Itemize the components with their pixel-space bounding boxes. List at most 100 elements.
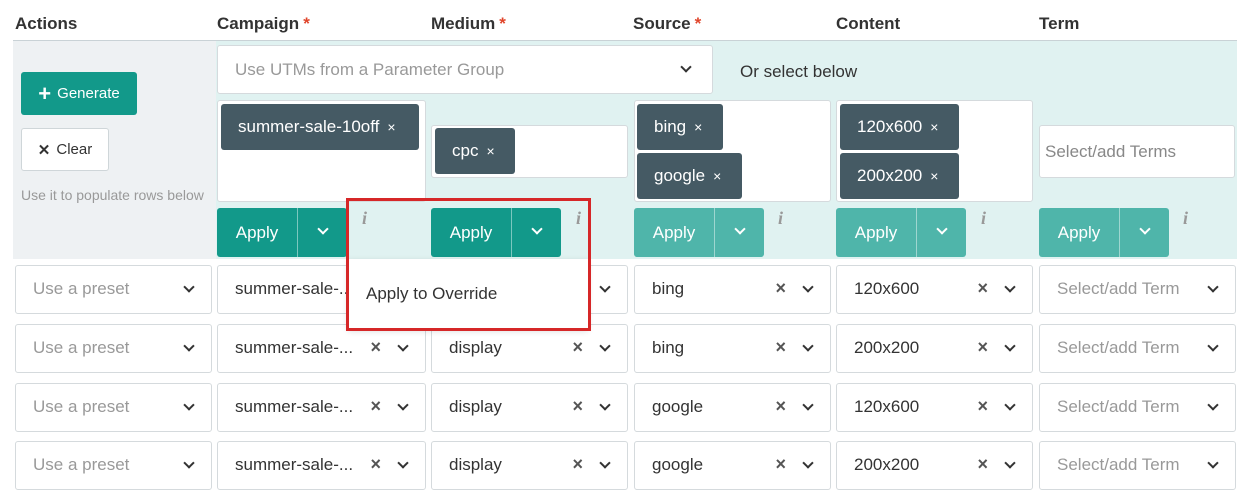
tag-label: google xyxy=(654,166,706,185)
header-medium: Medium * xyxy=(431,14,506,34)
clear-icon[interactable]: × xyxy=(370,454,381,475)
row-medium-select[interactable]: display × xyxy=(431,441,628,490)
source-apply-group: Apply xyxy=(634,208,764,257)
header-actions: Actions xyxy=(15,14,77,34)
apply-label: Apply xyxy=(854,222,898,242)
row-medium-value: display xyxy=(449,397,502,416)
apply-label: Apply xyxy=(1057,222,1101,242)
header-term: Term xyxy=(1039,14,1079,34)
clear-button-label: Clear xyxy=(56,141,93,158)
chevron-down-icon xyxy=(397,340,409,352)
chevron-down-icon xyxy=(1004,399,1016,411)
or-select-label: Or select below xyxy=(740,62,858,81)
header-term-label: Term xyxy=(1039,14,1080,33)
content-apply-button[interactable]: Apply xyxy=(836,208,916,257)
info-icon[interactable]: i xyxy=(778,208,783,229)
row-source-select[interactable]: google × xyxy=(634,383,831,432)
term-apply-dropdown-button[interactable] xyxy=(1119,208,1169,257)
row-term-select[interactable]: Select/add Term xyxy=(1039,324,1236,373)
chevron-down-icon xyxy=(734,223,746,235)
tag-remove-icon[interactable]: × xyxy=(930,168,938,184)
clear-icon[interactable]: × xyxy=(572,454,583,475)
campaign-apply-button[interactable]: Apply xyxy=(217,208,297,257)
info-icon[interactable]: i xyxy=(981,208,986,229)
row-term-select[interactable]: Select/add Term xyxy=(1039,383,1236,432)
info-icon[interactable]: i xyxy=(1183,208,1188,229)
generate-button[interactable]: + Generate xyxy=(21,72,137,115)
row-content-value: 200x200 xyxy=(854,455,920,474)
chevron-down-icon xyxy=(1207,399,1219,411)
row-source-value: bing xyxy=(652,338,685,357)
chevron-down-icon xyxy=(1004,457,1016,469)
clear-icon[interactable]: × xyxy=(977,396,988,417)
row-term-select[interactable]: Select/add Term xyxy=(1039,441,1236,490)
clear-icon[interactable]: × xyxy=(775,396,786,417)
tag-remove-icon[interactable]: × xyxy=(930,119,938,135)
chevron-down-icon xyxy=(183,399,195,411)
chevron-down-icon xyxy=(1207,340,1219,352)
row-campaign-select[interactable]: summer-sale-... × xyxy=(217,441,426,490)
row-campaign-value: summer-sale-... xyxy=(235,279,354,298)
clear-icon[interactable]: × xyxy=(977,454,988,475)
chevron-down-icon xyxy=(599,340,611,352)
row-campaign-select[interactable]: summer-sale-... × xyxy=(217,324,426,373)
row-content-select[interactable]: 120x600 × xyxy=(836,265,1033,314)
row-preset-select[interactable]: Use a preset xyxy=(15,324,212,373)
row-preset-value: Use a preset xyxy=(33,279,130,298)
row-source-select[interactable]: bing × xyxy=(634,324,831,373)
row-medium-select[interactable]: display × xyxy=(431,383,628,432)
campaign-apply-group: Apply xyxy=(217,208,347,257)
clear-button[interactable]: ✕ Clear xyxy=(21,128,109,171)
tag-remove-icon[interactable]: × xyxy=(486,143,494,159)
tag-remove-icon[interactable]: × xyxy=(694,119,702,135)
tag-remove-icon[interactable]: × xyxy=(387,119,395,135)
medium-tag: cpc × xyxy=(435,128,515,174)
chevron-down-icon xyxy=(183,281,195,293)
campaign-apply-dropdown-button[interactable] xyxy=(297,208,347,257)
row-source-value: google xyxy=(652,455,704,474)
clear-icon[interactable]: × xyxy=(775,278,786,299)
generate-button-label: Generate xyxy=(57,85,120,102)
clear-icon[interactable]: × xyxy=(370,396,381,417)
term-input[interactable]: Select/add Terms xyxy=(1039,125,1235,178)
clear-icon[interactable]: × xyxy=(775,337,786,358)
row-content-select[interactable]: 200x200 × xyxy=(836,441,1033,490)
row-preset-value: Use a preset xyxy=(33,338,130,357)
close-icon: ✕ xyxy=(37,141,51,159)
row-campaign-select[interactable]: summer-sale-... × xyxy=(217,383,426,432)
plus-icon: + xyxy=(38,80,52,106)
source-tag: google × xyxy=(637,153,742,199)
clear-icon[interactable]: × xyxy=(977,278,988,299)
row-source-select[interactable]: google × xyxy=(634,441,831,490)
row-content-value: 120x600 xyxy=(854,279,920,298)
clear-icon[interactable]: × xyxy=(572,396,583,417)
content-apply-dropdown-button[interactable] xyxy=(916,208,966,257)
row-campaign-value: summer-sale-... xyxy=(235,455,354,474)
campaign-tag: summer-sale-10off × xyxy=(221,104,419,150)
row-content-select[interactable]: 120x600 × xyxy=(836,383,1033,432)
tag-label: summer-sale-10off xyxy=(238,117,380,136)
row-medium-select[interactable]: display × xyxy=(431,324,628,373)
row-preset-select[interactable]: Use a preset xyxy=(15,265,212,314)
row-term-select[interactable]: Select/add Term xyxy=(1039,265,1236,314)
clear-icon[interactable]: × xyxy=(775,454,786,475)
highlight-annotation xyxy=(346,198,591,331)
source-apply-button[interactable]: Apply xyxy=(634,208,714,257)
chevron-down-icon xyxy=(183,457,195,469)
term-apply-button[interactable]: Apply xyxy=(1039,208,1119,257)
clear-icon[interactable]: × xyxy=(572,337,583,358)
apply-label: Apply xyxy=(652,222,696,242)
tag-remove-icon[interactable]: × xyxy=(713,168,721,184)
row-preset-select[interactable]: Use a preset xyxy=(15,383,212,432)
tag-label: 120x600 xyxy=(857,117,923,136)
chevron-down-icon xyxy=(599,281,611,293)
clear-icon[interactable]: × xyxy=(977,337,988,358)
row-source-select[interactable]: bing × xyxy=(634,265,831,314)
chevron-down-icon xyxy=(802,340,814,352)
row-content-select[interactable]: 200x200 × xyxy=(836,324,1033,373)
source-apply-dropdown-button[interactable] xyxy=(714,208,764,257)
row-preset-select[interactable]: Use a preset xyxy=(15,441,212,490)
row-term-value: Select/add Term xyxy=(1057,338,1180,357)
parameter-group-select[interactable]: Use UTMs from a Parameter Group xyxy=(217,45,713,94)
clear-icon[interactable]: × xyxy=(370,337,381,358)
